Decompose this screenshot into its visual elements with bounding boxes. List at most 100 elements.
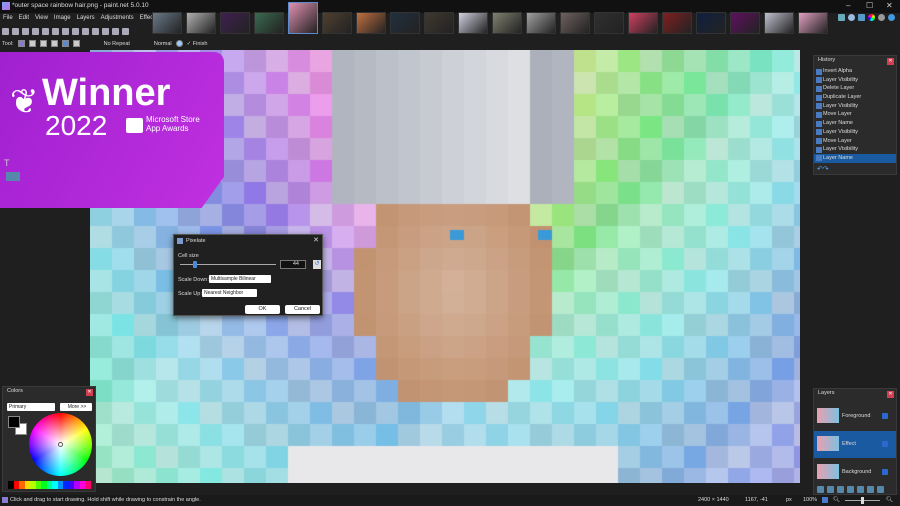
history-item[interactable]: Layer Visibility — [814, 145, 896, 154]
shapes-tool-icon[interactable] — [6, 172, 20, 181]
tools-icon[interactable] — [838, 14, 845, 21]
fit-window-icon[interactable] — [822, 497, 828, 503]
selection-mode-exclude[interactable] — [50, 40, 58, 47]
cancel-button[interactable]: Cancel — [285, 305, 320, 314]
text-tool-icon[interactable]: T — [4, 158, 10, 168]
deselect-icon[interactable] — [82, 28, 89, 35]
history-item[interactable]: Invert Alpha — [814, 67, 896, 76]
history-item[interactable]: Layer Name — [814, 153, 896, 163]
merge-layer-icon[interactable] — [847, 486, 854, 493]
menu-file[interactable]: File — [0, 13, 16, 25]
help-icon[interactable] — [888, 14, 895, 21]
palette-swatch[interactable] — [85, 481, 91, 489]
repeat-dropdown[interactable]: No Repeat — [104, 41, 130, 47]
move-layer-down-icon[interactable] — [867, 486, 874, 493]
image-tab[interactable] — [662, 12, 692, 34]
menu-layers[interactable]: Layers — [74, 13, 98, 25]
menu-view[interactable]: View — [32, 13, 51, 25]
maximize-button[interactable]: ☐ — [866, 1, 873, 10]
history-icon[interactable] — [848, 14, 855, 21]
cut-icon[interactable] — [42, 28, 49, 35]
image-tab[interactable] — [764, 12, 794, 34]
zoom-in-icon[interactable]: 🔍︎ — [886, 495, 893, 506]
layers-icon[interactable] — [858, 14, 865, 21]
antialias-toggle[interactable] — [175, 40, 183, 47]
cell-size-input[interactable]: 44 — [280, 260, 306, 269]
image-tab[interactable] — [458, 12, 488, 34]
colors-icon[interactable] — [868, 14, 875, 21]
image-tab[interactable] — [560, 12, 590, 34]
selection-mode-union[interactable] — [39, 40, 47, 47]
add-layer-icon[interactable] — [817, 486, 824, 493]
zoom-level[interactable]: 100% — [803, 495, 817, 506]
slider-thumb[interactable] — [193, 261, 198, 268]
scale-down-dropdown[interactable]: Multisample Bilinear — [209, 275, 271, 283]
selection-mode-xor[interactable] — [72, 40, 80, 47]
zoom-slider[interactable] — [845, 497, 880, 504]
zoom-out-icon[interactable]: 🔍︎ — [833, 495, 840, 506]
layer-item[interactable]: Background — [814, 459, 896, 486]
minimize-button[interactable]: – — [846, 1, 850, 10]
selection-mode-intersect[interactable] — [61, 40, 69, 47]
history-item[interactable]: Delete Layer — [814, 84, 896, 93]
scale-up-dropdown[interactable]: Nearest Neighbor — [202, 289, 257, 297]
color-wheel[interactable] — [29, 413, 92, 476]
visibility-checkbox[interactable] — [882, 469, 888, 475]
selection-mode-replace[interactable] — [28, 40, 36, 47]
history-item[interactable]: Layer Visibility — [814, 128, 896, 137]
copy-icon[interactable] — [52, 28, 59, 35]
layer-item[interactable]: Foreground — [814, 403, 896, 430]
color-mode-dropdown[interactable]: Primary — [7, 403, 55, 411]
color-picker-cursor[interactable] — [58, 442, 63, 447]
close-colors-button[interactable]: ✕ — [86, 389, 93, 396]
image-tab[interactable] — [526, 12, 556, 34]
zoom-slider-thumb[interactable] — [861, 497, 864, 504]
reset-icon[interactable]: ↺ — [313, 260, 321, 269]
image-tab[interactable] — [628, 12, 658, 34]
cell-size-slider[interactable] — [180, 261, 276, 268]
image-tab[interactable] — [696, 12, 726, 34]
dialog-close-button[interactable]: ✕ — [313, 236, 319, 244]
delete-layer-icon[interactable] — [827, 486, 834, 493]
history-item[interactable]: Move Layer — [814, 110, 896, 119]
image-tab[interactable] — [730, 12, 760, 34]
tool-picker[interactable] — [17, 40, 25, 47]
gear-icon[interactable] — [878, 14, 885, 21]
duplicate-layer-icon[interactable] — [837, 486, 844, 493]
image-tab[interactable] — [594, 12, 624, 34]
redo-icon[interactable] — [102, 28, 109, 35]
history-item[interactable]: Move Layer — [814, 137, 896, 146]
menu-edit[interactable]: Edit — [16, 13, 32, 25]
close-button[interactable]: ✕ — [886, 1, 893, 10]
crop-icon[interactable] — [72, 28, 79, 35]
close-history-button[interactable]: ✕ — [887, 58, 894, 65]
more-colors-button[interactable]: More >> — [60, 403, 92, 411]
print-icon[interactable] — [32, 28, 39, 35]
image-tab[interactable] — [492, 12, 522, 34]
history-item[interactable]: Duplicate Layer — [814, 93, 896, 102]
close-layers-button[interactable]: ✕ — [887, 391, 894, 398]
menu-adjustments[interactable]: Adjustments — [98, 13, 137, 25]
visibility-checkbox[interactable] — [882, 441, 888, 447]
visibility-checkbox[interactable] — [882, 413, 888, 419]
history-item[interactable]: Layer Visibility — [814, 102, 896, 111]
ruler-icon[interactable] — [122, 28, 129, 35]
save-icon[interactable] — [22, 28, 29, 35]
move-layer-up-icon[interactable] — [857, 486, 864, 493]
undo-redo-buttons[interactable]: ↶↷ — [817, 165, 829, 173]
new-icon[interactable] — [2, 28, 9, 35]
ok-button[interactable]: OK — [245, 305, 280, 314]
history-item[interactable]: Layer Visibility — [814, 76, 896, 85]
open-icon[interactable] — [12, 28, 19, 35]
history-item[interactable]: Layer Name — [814, 119, 896, 128]
image-tab[interactable] — [798, 12, 828, 34]
units-dropdown[interactable]: px — [786, 495, 792, 506]
undo-icon[interactable] — [92, 28, 99, 35]
finish-button[interactable]: ✓ Finish — [187, 41, 208, 47]
blend-mode-dropdown[interactable]: Normal — [154, 41, 172, 47]
menu-image[interactable]: Image — [51, 13, 74, 25]
primary-color-swatch[interactable] — [8, 416, 20, 428]
grid-icon[interactable] — [112, 28, 119, 35]
layer-item[interactable]: Effect — [814, 431, 896, 458]
paste-icon[interactable] — [62, 28, 69, 35]
